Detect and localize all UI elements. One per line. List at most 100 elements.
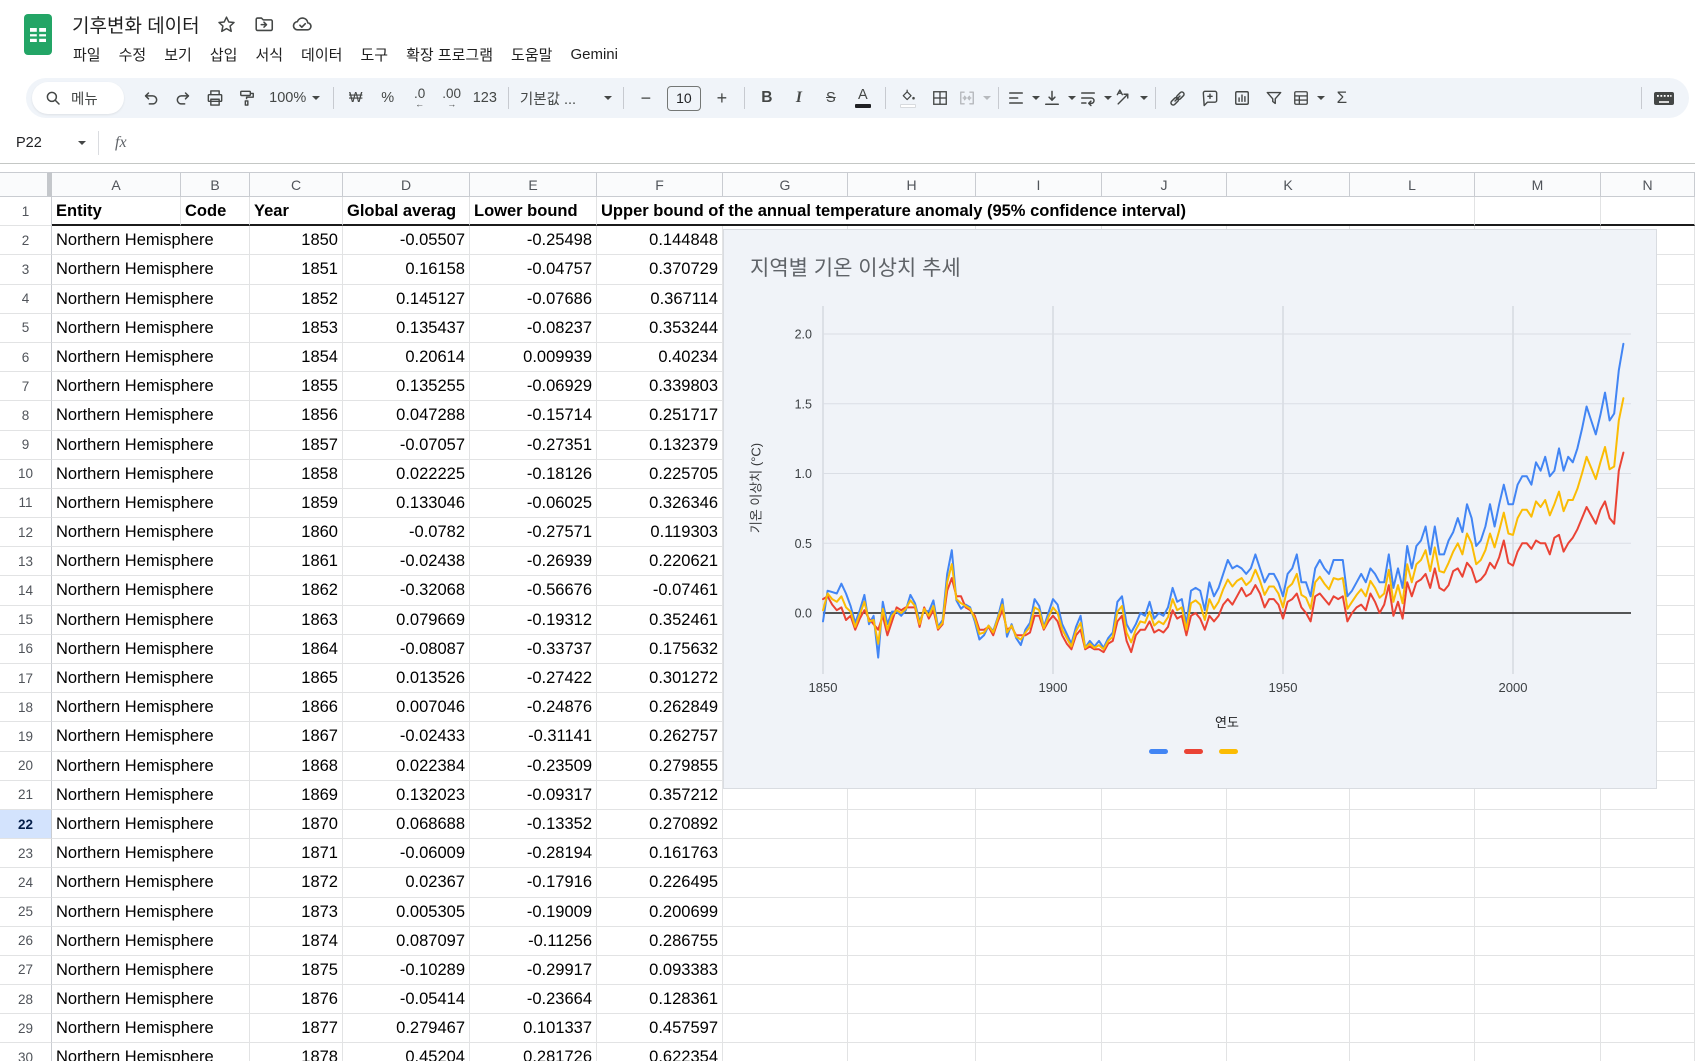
zoom-select[interactable]: 100% — [264, 83, 326, 113]
cell-E13[interactable]: -0.26939 — [470, 547, 597, 576]
cell-A13[interactable]: Northern Hemisphere — [52, 547, 181, 576]
cell-C12[interactable]: 1860 — [250, 518, 343, 547]
redo-button[interactable] — [168, 83, 198, 113]
column-header-F[interactable]: F — [597, 172, 723, 197]
cell-H24[interactable] — [848, 868, 976, 897]
insert-chart-button[interactable] — [1227, 83, 1257, 113]
cell-K26[interactable] — [1227, 927, 1350, 956]
cell-H23[interactable] — [848, 839, 976, 868]
row-header-10[interactable]: 10 — [0, 460, 52, 489]
vertical-align-button[interactable] — [1042, 83, 1076, 113]
column-header-J[interactable]: J — [1102, 172, 1227, 197]
percent-format-button[interactable]: % — [373, 83, 403, 113]
cell-C20[interactable]: 1868 — [250, 752, 343, 781]
row-header-12[interactable]: 12 — [0, 518, 52, 547]
cell-A22[interactable]: Northern Hemisphere — [52, 810, 181, 839]
cell-I22[interactable] — [976, 810, 1102, 839]
cell-D29[interactable]: 0.279467 — [343, 1014, 470, 1043]
cell-E7[interactable]: -0.06929 — [470, 372, 597, 401]
font-size-input[interactable]: 10 — [667, 86, 701, 111]
cell-N22[interactable] — [1601, 810, 1695, 839]
cell-L22[interactable] — [1350, 810, 1475, 839]
column-header-H[interactable]: H — [848, 172, 976, 197]
cell-C9[interactable]: 1857 — [250, 431, 343, 460]
cell-C16[interactable]: 1864 — [250, 635, 343, 664]
cell-D11[interactable]: 0.133046 — [343, 489, 470, 518]
cell-F25[interactable]: 0.200699 — [597, 898, 723, 927]
cell-D15[interactable]: 0.079669 — [343, 606, 470, 635]
cell-K22[interactable] — [1227, 810, 1350, 839]
cell-C14[interactable]: 1862 — [250, 576, 343, 605]
row-header-4[interactable]: 4 — [0, 285, 52, 314]
cell-N1[interactable] — [1601, 197, 1695, 226]
cell-A15[interactable]: Northern Hemisphere — [52, 606, 181, 635]
row-header-25[interactable]: 25 — [0, 898, 52, 927]
cell-G30[interactable] — [723, 1043, 848, 1061]
cell-I23[interactable] — [976, 839, 1102, 868]
cell-C5[interactable]: 1853 — [250, 314, 343, 343]
row-header-17[interactable]: 17 — [0, 664, 52, 693]
undo-button[interactable] — [136, 83, 166, 113]
cell-D26[interactable]: 0.087097 — [343, 927, 470, 956]
cell-D3[interactable]: 0.16158 — [343, 255, 470, 284]
row-header-5[interactable]: 5 — [0, 314, 52, 343]
cell-D18[interactable]: 0.007046 — [343, 693, 470, 722]
cell-F19[interactable]: 0.262757 — [597, 722, 723, 751]
name-box[interactable]: P22 — [0, 135, 96, 151]
italic-button[interactable]: I — [784, 83, 814, 113]
cell-C15[interactable]: 1863 — [250, 606, 343, 635]
cell-J30[interactable] — [1102, 1043, 1227, 1061]
cell-M28[interactable] — [1475, 985, 1601, 1014]
decrease-font-size-button[interactable]: − — [631, 83, 661, 113]
cell-E21[interactable]: -0.09317 — [470, 781, 597, 810]
cell-C10[interactable]: 1858 — [250, 460, 343, 489]
embedded-chart[interactable]: 지역별 기온 이상치 추세 기온 이상치 (°C) 연도 18501900195… — [723, 229, 1657, 789]
cell-E2[interactable]: -0.25498 — [470, 226, 597, 255]
cell-F11[interactable]: 0.326346 — [597, 489, 723, 518]
text-color-button[interactable]: A — [848, 83, 878, 113]
row-header-1[interactable]: 1 — [0, 197, 52, 226]
cell-E15[interactable]: -0.19312 — [470, 606, 597, 635]
cell-E12[interactable]: -0.27571 — [470, 518, 597, 547]
cell-E3[interactable]: -0.04757 — [470, 255, 597, 284]
cell-E6[interactable]: 0.009939 — [470, 343, 597, 372]
cell-D8[interactable]: 0.047288 — [343, 401, 470, 430]
cell-H27[interactable] — [848, 956, 976, 985]
cell-D30[interactable]: 0.45204 — [343, 1043, 470, 1061]
cell-F12[interactable]: 0.119303 — [597, 518, 723, 547]
cell-M30[interactable] — [1475, 1043, 1601, 1061]
cell-A7[interactable]: Northern Hemisphere — [52, 372, 181, 401]
select-all-corner[interactable] — [0, 172, 52, 197]
cell-K30[interactable] — [1227, 1043, 1350, 1061]
cell-E27[interactable]: -0.29917 — [470, 956, 597, 985]
cell-M27[interactable] — [1475, 956, 1601, 985]
text-rotation-button[interactable] — [1114, 83, 1148, 113]
bold-button[interactable]: B — [752, 83, 782, 113]
cell-N27[interactable] — [1601, 956, 1695, 985]
cell-F17[interactable]: 0.301272 — [597, 664, 723, 693]
cell-D22[interactable]: 0.068688 — [343, 810, 470, 839]
column-header-C[interactable]: C — [250, 172, 343, 197]
cell-D12[interactable]: -0.0782 — [343, 518, 470, 547]
cell-L27[interactable] — [1350, 956, 1475, 985]
cell-M26[interactable] — [1475, 927, 1601, 956]
cell-A24[interactable]: Northern Hemisphere — [52, 868, 181, 897]
row-header-23[interactable]: 23 — [0, 839, 52, 868]
cell-E10[interactable]: -0.18126 — [470, 460, 597, 489]
currency-format-button[interactable]: ₩ — [341, 83, 371, 113]
cell-C27[interactable]: 1875 — [250, 956, 343, 985]
input-tools-button[interactable] — [1649, 83, 1679, 113]
cell-L26[interactable] — [1350, 927, 1475, 956]
cell-D27[interactable]: -0.10289 — [343, 956, 470, 985]
cell-H26[interactable] — [848, 927, 976, 956]
row-header-8[interactable]: 8 — [0, 401, 52, 430]
insert-comment-button[interactable] — [1195, 83, 1225, 113]
cell-A16[interactable]: Northern Hemisphere — [52, 635, 181, 664]
cell-A4[interactable]: Northern Hemisphere — [52, 285, 181, 314]
cell-I30[interactable] — [976, 1043, 1102, 1061]
menu-insert[interactable]: 삽입 — [201, 41, 247, 68]
cell-F21[interactable]: 0.357212 — [597, 781, 723, 810]
create-filter-button[interactable] — [1259, 83, 1289, 113]
cell-A3[interactable]: Northern Hemisphere — [52, 255, 181, 284]
cell-F10[interactable]: 0.225705 — [597, 460, 723, 489]
